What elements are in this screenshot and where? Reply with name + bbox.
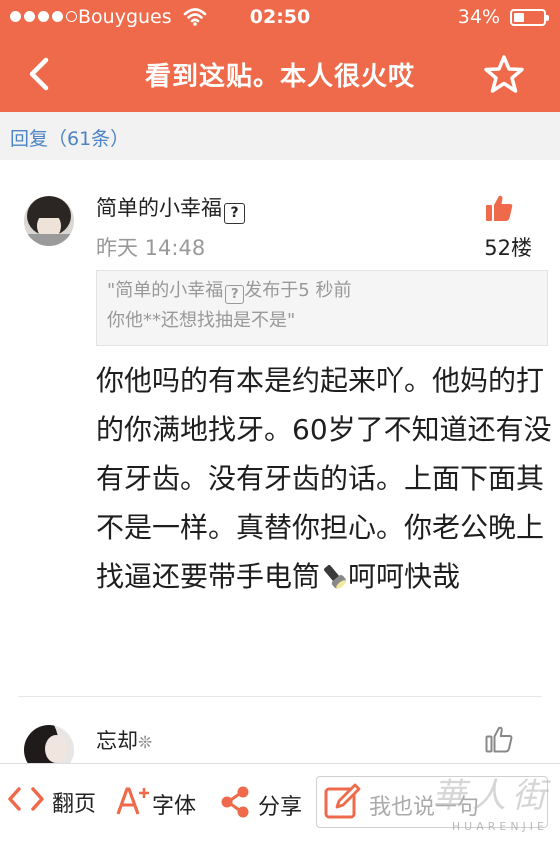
font-size-icon [116,786,150,822]
top-bar: Bouygues 02:50 34% 看到这贴。本人很火哎 [0,0,560,112]
reply-count-bar: 回复（61条） [0,112,560,160]
watermark-en: HUARENJIE [451,820,548,833]
reply-post: 忘却❊ [0,697,560,763]
floor-number: 52楼 [484,236,532,260]
avatar[interactable] [24,725,74,763]
reply-count-link[interactable]: 回复（61条） [10,124,129,151]
code-brackets-icon [8,786,44,818]
font-size-label: 字体 [152,794,197,819]
quote-author: "简单的小幸福 [107,280,224,301]
thumbs-up-filled-icon[interactable] [485,194,513,222]
post-content: 你他吗的有本是约起来吖。他妈的打的你满地找牙。60岁了不知道还有没有牙齿。没有牙… [96,364,552,593]
battery-icon [510,9,549,26]
page-title: 看到这贴。本人很火哎 [144,62,415,92]
share-icon [220,786,250,824]
share-button[interactable]: 分享 [220,786,302,824]
page-turn-button[interactable]: 翻页 [8,786,96,818]
quoted-reply: "简单的小幸福? 发布于5 秒前 你他**还想找抽是不是" [96,270,548,346]
edit-pencil-icon [323,783,361,821]
watermark-cn: 華人街 [432,776,552,816]
post-username[interactable]: 简单的小幸福? [96,192,245,224]
quote-text: 你他**还想找抽是不是" [107,310,296,331]
status-bar: Bouygues 02:50 34% [0,0,560,36]
post-username[interactable]: 忘却❊ [96,725,152,755]
flashlight-icon [320,556,348,589]
favorite-star-icon[interactable] [482,54,526,94]
share-label: 分享 [258,795,303,820]
battery-percent: 34% [457,6,500,28]
nav-bar: 看到这贴。本人很火哎 [0,36,560,112]
thumbs-up-outline-icon[interactable] [485,725,513,753]
font-size-button[interactable]: 字体 [116,786,196,822]
quote-meta: 发布于5 秒前 [244,280,352,301]
reply-post: 简单的小幸福? 昨天 14:48 52楼 "简单的小幸福? 发布于5 秒前 你他*… [0,160,560,696]
watermark: 華人街 HUARENJIE [410,768,560,840]
unknown-emoji-icon: ? [224,203,245,224]
post-time: 昨天 14:48 [96,236,206,260]
page-turn-label: 翻页 [52,792,97,817]
unknown-emoji-icon: ? [225,285,245,304]
avatar[interactable] [24,196,74,246]
